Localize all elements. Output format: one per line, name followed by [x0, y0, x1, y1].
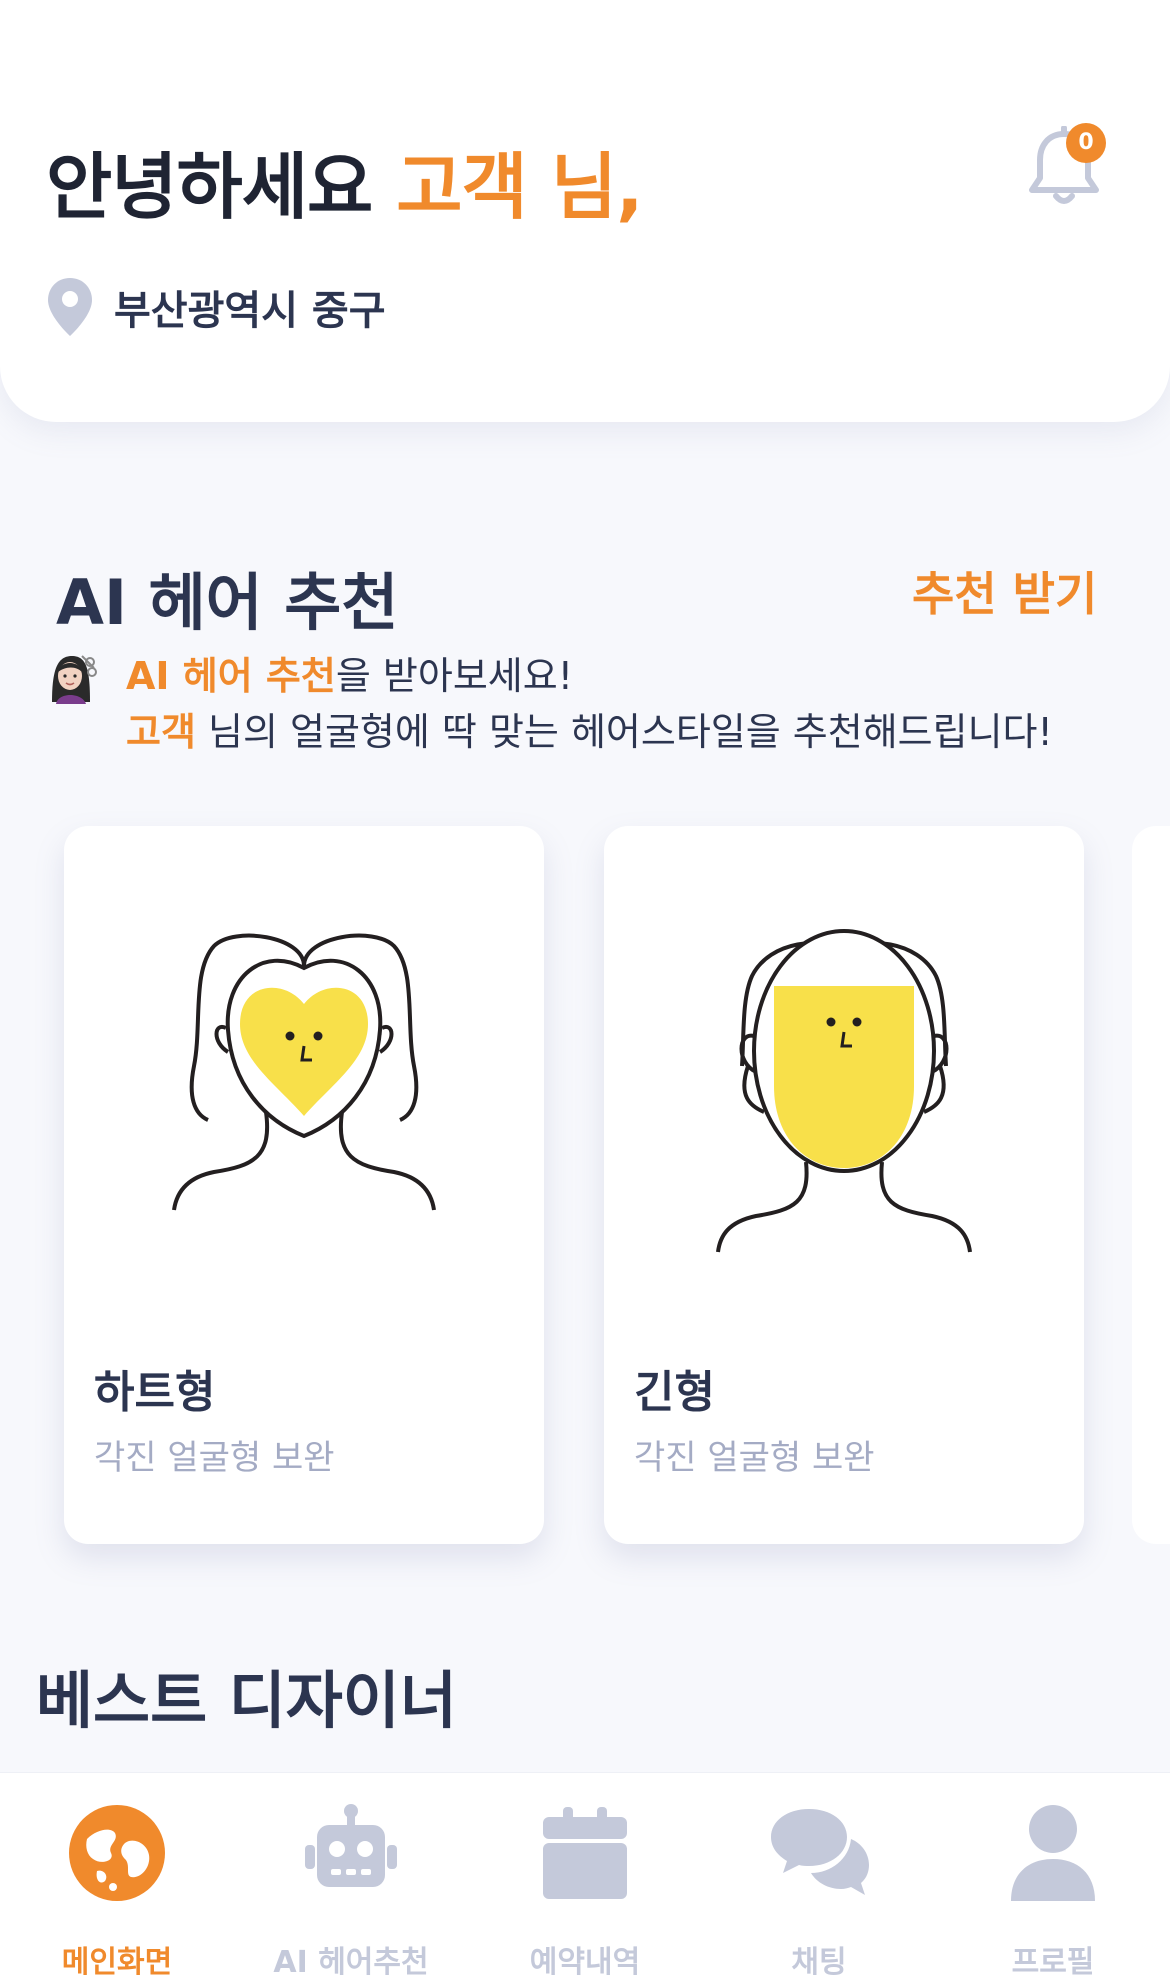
heart-face-icon: [172, 933, 436, 1211]
tab-label: 메인화면: [61, 1945, 173, 1980]
intro-highlight-user: 고객: [126, 710, 196, 754]
location-text: 부산광역시 중구: [114, 288, 386, 334]
face-card-title: 하트형: [94, 1367, 216, 1418]
intro-line-1-text: 을 받아보세요!: [335, 654, 573, 698]
notification-badge: 0: [1066, 123, 1106, 163]
tab-label: 프로필: [1011, 1945, 1095, 1980]
chat-icon: [771, 1809, 869, 1895]
tab-ai-hair[interactable]: AI 헤어추천: [234, 1773, 468, 1985]
face-card-title: 긴형: [634, 1367, 715, 1418]
intro-highlight-service: AI 헤어 추천: [126, 654, 336, 698]
tab-reservations[interactable]: 예약내역: [468, 1773, 702, 1985]
long-face-icon: [716, 929, 972, 1253]
globe-icon: [69, 1805, 165, 1901]
bottom-tab-bar: 메인화면 AI 헤어추천 예약내역 채팅 프로필: [0, 1772, 1170, 1985]
face-card-heart[interactable]: 하트형 각진 얼굴형 보완: [64, 826, 544, 1544]
tab-main[interactable]: 메인화면: [0, 1773, 234, 1985]
face-card-subtitle: 각진 얼굴형 보완: [634, 1438, 875, 1478]
ai-hair-section-title: AI 헤어 추천: [56, 566, 399, 639]
robot-icon: [305, 1804, 397, 1887]
profile-icon: [1011, 1805, 1095, 1901]
get-recommendation-link[interactable]: 추천 받기: [912, 558, 1097, 624]
face-card-long[interactable]: 긴형 각진 얼굴형 보완: [604, 826, 1084, 1544]
tab-chat[interactable]: 채팅: [702, 1773, 936, 1985]
greeting-prefix: 안녕하세요: [46, 145, 373, 229]
tab-profile[interactable]: 프로필: [936, 1773, 1170, 1985]
intro-line-1: AI 헤어 추천을 받아보세요!: [126, 648, 1053, 704]
tab-label: 채팅: [791, 1945, 847, 1980]
greeting-title: 안녕하세요 고객 님,: [46, 128, 643, 233]
ai-hair-intro: AI 헤어 추천을 받아보세요! 고객 님의 얼굴형에 딱 맞는 헤어스타일을 …: [126, 648, 1053, 760]
intro-line-2-text: 님의 얼굴형에 딱 맞는 헤어스타일을 추천해드립니다!: [195, 710, 1053, 754]
intro-line-2: 고객 님의 얼굴형에 딱 맞는 헤어스타일을 추천해드립니다!: [126, 704, 1053, 760]
face-card-next-peek[interactable]: [1132, 826, 1170, 1544]
location-pin-icon: [48, 278, 92, 336]
face-card-subtitle: 각진 얼굴형 보완: [94, 1438, 335, 1478]
face-shape-carousel[interactable]: 하트형 각진 얼굴형 보완 긴형 각진 얼굴형 보완: [0, 826, 1170, 1546]
best-designer-title: 베스트 디자이너: [36, 1664, 457, 1737]
location-selector[interactable]: 부산광역시 중구: [46, 276, 386, 338]
calendar-icon: [543, 1807, 627, 1899]
tab-label: AI 헤어추천: [273, 1945, 429, 1980]
hairdresser-emoji-icon: [52, 655, 97, 704]
tab-label: 예약내역: [529, 1945, 641, 1980]
user-name: 고객 님,: [396, 145, 643, 229]
header-panel: 안녕하세요 고객 님, 0 부산광역시 중구: [0, 0, 1170, 422]
